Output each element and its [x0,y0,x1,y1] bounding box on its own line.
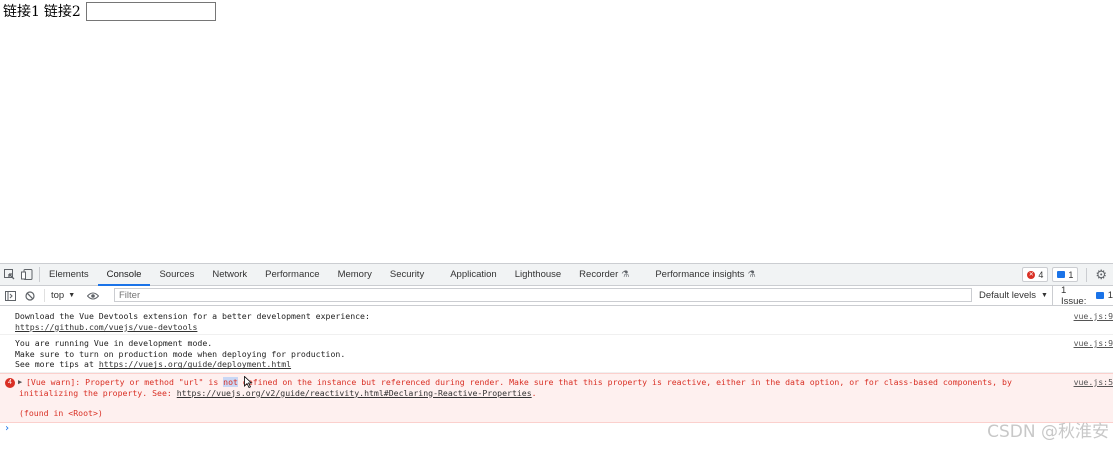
error-repeat-count: 4 [5,377,15,388]
mouse-cursor-icon [244,375,253,391]
tab-label: Network [212,269,248,280]
console-error-message[interactable]: 4 ▶ [Vue warn]: Property or method "url"… [0,372,1113,423]
tab-security[interactable]: Security [381,264,441,285]
tab-recorder[interactable]: Recorder ⚗ [570,264,646,285]
tab-label: Memory [337,269,372,280]
divider [1086,267,1088,282]
filter-input[interactable] [114,288,972,302]
live-expression-eye-icon[interactable] [83,286,103,305]
tab-performance[interactable]: Performance [256,264,328,285]
tab-memory[interactable]: Memory [329,264,381,285]
text-input[interactable] [85,1,216,21]
error-text: initializing the property. See: https://… [19,388,1113,399]
tab-label: Lighthouse [514,269,562,280]
devtools-tabbar: Elements Console Sources Network Perform… [0,264,1113,286]
message-count: 1 [1068,269,1074,280]
console-message: Download the Vue Devtools extension for … [0,306,1113,336]
source-link[interactable]: vue.js:9 [1074,311,1113,322]
devtools-status: ✕ 4 1 ⚙ [1022,264,1107,285]
settings-gear-icon[interactable]: ⚙ [1095,267,1107,283]
source-link[interactable]: vue.js:9 [1074,338,1113,349]
tab-sources[interactable]: Sources [150,264,203,285]
error-text-part: defined on the instance but referenced d… [237,376,1012,387]
tab-label: Elements [49,269,89,280]
devtools-panel: Elements Console Sources Network Perform… [0,263,1113,450]
error-text-part: [Vue warn]: Property or method "url" is [26,376,224,387]
tab-elements[interactable]: Elements [40,264,98,285]
tab-label: Security [389,269,425,280]
message-text: Download the Vue Devtools extension for … [15,311,370,321]
issues-label: 1 Issue: [1061,284,1087,307]
context-label: top [51,290,65,301]
console-output: Download the Vue Devtools extension for … [0,306,1113,438]
tab-performance-insights[interactable]: Performance insights ⚗ [646,264,764,285]
prompt-chevron-icon: › [4,422,11,434]
error-link[interactable]: https://vuejs.org/v2/guide/reactivity.ht… [177,388,532,398]
tab-label: Application [450,269,497,280]
issues-button[interactable]: 1 Issue: 1 [1052,284,1113,307]
console-toolbar: top ▼ Default levels ▼ 1 Issue: 1 [0,284,1113,307]
error-count-badge[interactable]: ✕ 4 [1022,267,1049,282]
message-count-badge[interactable]: 1 [1052,267,1079,282]
levels-label: Default levels [979,290,1037,301]
error-count: 4 [1038,269,1044,280]
page-content: 链接1 链接2 [0,0,216,22]
tab-label: Console [106,269,142,280]
error-found-in: (found in <Root>) [19,408,103,419]
error-text: [Vue warn]: Property or method "url" is … [19,376,1113,388]
link-2[interactable]: 链接2 [44,1,81,21]
tab-label: Performance [265,269,320,280]
expand-triangle-icon[interactable]: ▶ [18,377,22,388]
dropdown-caret-icon: ▼ [1041,292,1048,299]
tab-label: Recorder [579,269,619,280]
experiment-flask-icon: ⚗ [621,269,630,279]
message-text: Make sure to turn on production mode whe… [15,348,346,359]
console-message: You are running Vue in development mode.… [0,335,1113,373]
tab-label: Performance insights [655,269,745,280]
inspect-element-icon[interactable] [4,269,15,280]
issues-count: 1 [1107,290,1113,301]
error-icon: ✕ [1027,270,1036,279]
message-icon [1057,271,1066,278]
console-prompt[interactable]: › [0,423,1113,438]
source-link[interactable]: vue.js:5 [1074,377,1113,388]
context-selector[interactable]: top ▼ [44,289,81,302]
clear-console-icon[interactable] [20,286,40,305]
message-text: You are running Vue in development mode. [15,338,213,349]
device-toolbar-icon[interactable] [21,269,33,280]
message-text: See more tips at [15,359,94,370]
sidebar-toggle-icon[interactable] [0,286,20,305]
watermark: CSDN @秋淮安 [987,422,1109,442]
link-1[interactable]: 链接1 [3,1,40,21]
message-link[interactable]: https://github.com/vuejs/vue-devtools [15,322,197,332]
error-text-part: . [531,387,537,398]
tab-application[interactable]: Application [441,264,505,285]
error-text-highlight: not [223,376,238,387]
issue-icon [1096,292,1104,299]
tab-network[interactable]: Network [203,264,256,285]
tab-console[interactable]: Console [97,264,151,286]
error-text-part: initializing the property. See: [19,387,177,398]
message-link[interactable]: https://vuejs.org/guide/deployment.html [99,359,291,369]
devtools-tool-icons [0,267,40,282]
log-levels-dropdown[interactable]: Default levels ▼ [979,286,1048,305]
dropdown-caret-icon: ▼ [68,292,76,299]
tab-label: Sources [159,269,195,280]
tab-lighthouse[interactable]: Lighthouse [506,264,570,285]
experiment-flask-icon: ⚗ [747,269,756,279]
